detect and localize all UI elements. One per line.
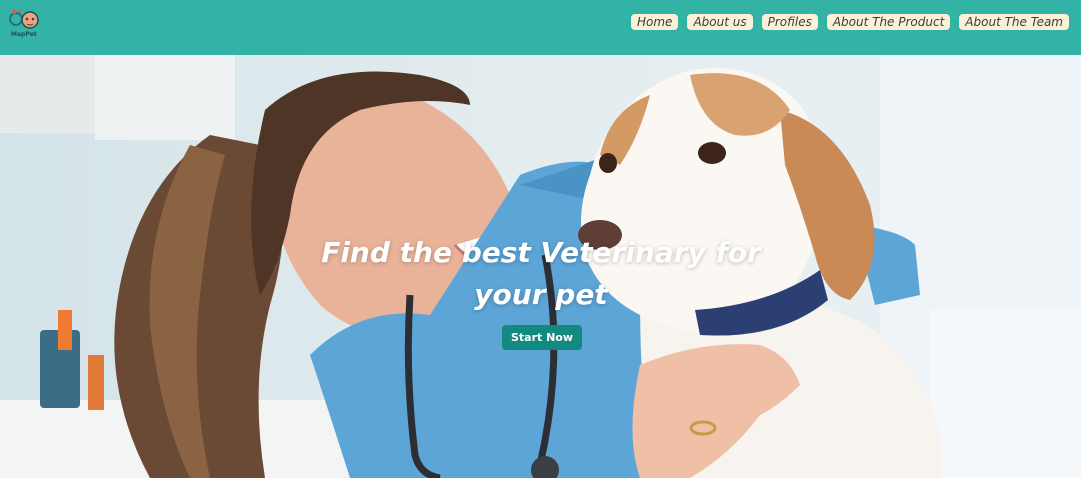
nav-home[interactable]: Home <box>631 14 679 30</box>
nav-about-product[interactable]: About The Product <box>826 14 951 30</box>
start-now-button[interactable]: Start Now <box>502 325 582 350</box>
hero-section: Find the best Veterinary for your pet St… <box>0 55 1081 478</box>
nav-about-us[interactable]: About us <box>687 14 753 30</box>
nav-about-team[interactable]: About The Team <box>959 14 1069 30</box>
main-nav: Home About us Profiles About The Product… <box>631 14 1069 30</box>
logo-text: MapPet <box>11 31 37 38</box>
site-header: MapPet Home About us Profiles About The … <box>0 0 1081 55</box>
nav-profiles[interactable]: Profiles <box>761 14 818 30</box>
hero-title: Find the best Veterinary for your pet <box>321 236 761 311</box>
